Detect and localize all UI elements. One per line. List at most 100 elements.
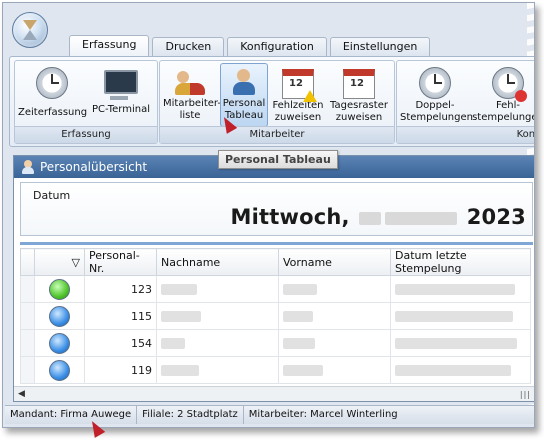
doppel-label-2: Stempelungen (400, 112, 473, 123)
redacted-stempelung (395, 310, 513, 322)
mitarbeiterliste-button[interactable]: Mitarbeiter- liste (162, 63, 221, 127)
group-erfassung: Zeiterfassung PC-Terminal Erfassung (14, 60, 158, 144)
doppel-label-1: Doppel- (415, 100, 455, 111)
personal-grid: ▽ Personal-Nr. Nachname Vorname Datum le… (20, 248, 531, 384)
table-row[interactable]: 119 (20, 356, 531, 384)
date-panel: Datum Mittwoch, 2023 (20, 182, 533, 236)
nachname-cell (156, 302, 279, 330)
vorname-cell (278, 329, 391, 357)
mitarbeiterliste-label-1: Mitarbeiter- (163, 98, 221, 109)
status-bar: Mandant: Firma Auwege Filiale: 2 Stadtpl… (5, 405, 534, 424)
zeiterfassung-label: Zeiterfassung (18, 107, 88, 118)
clock-error-icon (492, 67, 527, 102)
status-column-header[interactable]: ▽ (34, 248, 85, 276)
hourglass-icon (23, 20, 37, 40)
person-icon (21, 160, 35, 174)
fehlzeiten-zuweisen-button[interactable]: Fehlzeiten zuweisen (270, 63, 326, 127)
status-blue-icon (49, 305, 70, 327)
group-mitarbeiter: Mitarbeiter- liste Personal Tableau Fehl… (159, 60, 395, 144)
date-year: 2023 (466, 205, 526, 229)
personal-nr-cell: 115 (84, 302, 157, 330)
nachname-cell (156, 275, 279, 303)
ribbon-tabs: Erfassung Drucken Konfiguration Einstell… (69, 35, 431, 56)
mitarbeiterliste-label-2: liste (179, 110, 201, 121)
redacted-vorname (283, 310, 313, 322)
status-filiale: Filiale: 2 Stadtplatz (137, 406, 244, 424)
row-header-cell (20, 248, 35, 276)
horizontal-scrollbar[interactable]: ◀ ||| (14, 386, 534, 401)
fehlzeiten-label-2: zuweisen (274, 112, 322, 123)
column-personal-nr[interactable]: Personal-Nr. (84, 248, 157, 276)
redacted-nachname (161, 364, 199, 376)
status-cell (34, 329, 85, 357)
row-header[interactable] (20, 329, 35, 357)
row-header[interactable] (20, 275, 35, 303)
redacted-vorname (283, 364, 323, 376)
date-label: Datum (33, 189, 71, 202)
row-header[interactable] (20, 356, 35, 384)
vorname-cell (278, 275, 391, 303)
table-row[interactable]: 123 (20, 275, 531, 303)
fehl-label-1: Fehl- (495, 100, 521, 111)
vorname-cell (278, 356, 391, 384)
redacted-vorname (283, 283, 317, 295)
doppelstempelungen-button[interactable]: Doppel- Stempelungen (399, 63, 473, 127)
separator (20, 242, 533, 245)
date-weekday: Mittwoch, (230, 205, 350, 229)
stempelung-cell (390, 356, 531, 384)
nachname-cell (156, 356, 279, 384)
ribbon: Zeiterfassung PC-Terminal Erfassung Mita… (9, 56, 534, 147)
status-blue-icon (49, 332, 70, 354)
tab-konfiguration[interactable]: Konfiguration (227, 37, 327, 56)
table-row[interactable]: 115 (20, 302, 531, 330)
status-cell (34, 356, 85, 384)
stempelung-cell (390, 302, 531, 330)
tab-drucken[interactable]: Drucken (152, 37, 225, 56)
redacted-day (359, 211, 382, 225)
sort-arrow-icon: ▽ (71, 255, 80, 269)
double-clock-icon (419, 67, 451, 99)
column-vorname[interactable]: Vorname (278, 248, 391, 276)
column-nachname[interactable]: Nachname (156, 248, 279, 276)
redacted-stempelung (395, 364, 511, 376)
redacted-nachname (161, 310, 201, 322)
tagesraster-zuweisen-button[interactable]: Tagesraster zuweisen (326, 63, 392, 127)
row-header[interactable] (20, 302, 35, 330)
status-cell (34, 275, 85, 303)
zeiterfassung-button[interactable]: Zeiterfassung (17, 63, 87, 127)
grid-header-row: ▽ Personal-Nr. Nachname Vorname Datum le… (20, 248, 531, 276)
tab-erfassung[interactable]: Erfassung (69, 35, 150, 56)
vorname-cell (278, 302, 391, 330)
scroll-grip-icon[interactable]: ||| (520, 390, 531, 399)
document-title: Personalübersicht (40, 160, 148, 174)
personal-nr-cell: 119 (84, 356, 157, 384)
fehlstempelungen-button[interactable]: Fehl- stempelungen (471, 63, 534, 127)
redacted-nachname (161, 283, 197, 295)
scroll-left-arrow-icon[interactable]: ◀ (18, 389, 25, 399)
status-cell (34, 302, 85, 330)
fehl-label-2: stempelungen (472, 112, 534, 123)
tagesraster-label-2: zuweisen (335, 112, 383, 123)
person-clock-icon (229, 67, 259, 97)
table-row[interactable]: 154 (20, 329, 531, 357)
personaluebersicht-window: Personalübersicht Datum Mittwoch, 2023 ▽… (13, 155, 534, 402)
pc-terminal-button[interactable]: PC-Terminal (87, 63, 155, 127)
redacted-month (385, 211, 458, 225)
calendar-warning-icon (282, 69, 317, 102)
tooltip: Personal Tableau (218, 150, 338, 169)
clock-icon (36, 67, 68, 99)
stempelung-cell (390, 275, 531, 303)
column-datum-letzte-stempelung[interactable]: Datum letzte Stempelung (390, 248, 531, 276)
status-mitarbeiter: Mitarbeiter: Marcel Winterling (248, 409, 398, 420)
tagesraster-label-1: Tagesraster (330, 100, 388, 111)
stempelung-cell (390, 329, 531, 357)
people-icon (175, 67, 205, 97)
app-menu-button[interactable] (12, 12, 48, 48)
group-kontrolle: Doppel- Stempelungen Fehl- stempelungen … (396, 60, 534, 144)
date-value: Mittwoch, 2023 (231, 205, 526, 229)
status-mandant: Mandant: Firma Auwege (5, 406, 138, 424)
tab-einstellungen[interactable]: Einstellungen (329, 37, 431, 56)
error-icon (515, 90, 527, 102)
redacted-stempelung (395, 337, 517, 349)
calendar-clock-icon (343, 69, 375, 99)
